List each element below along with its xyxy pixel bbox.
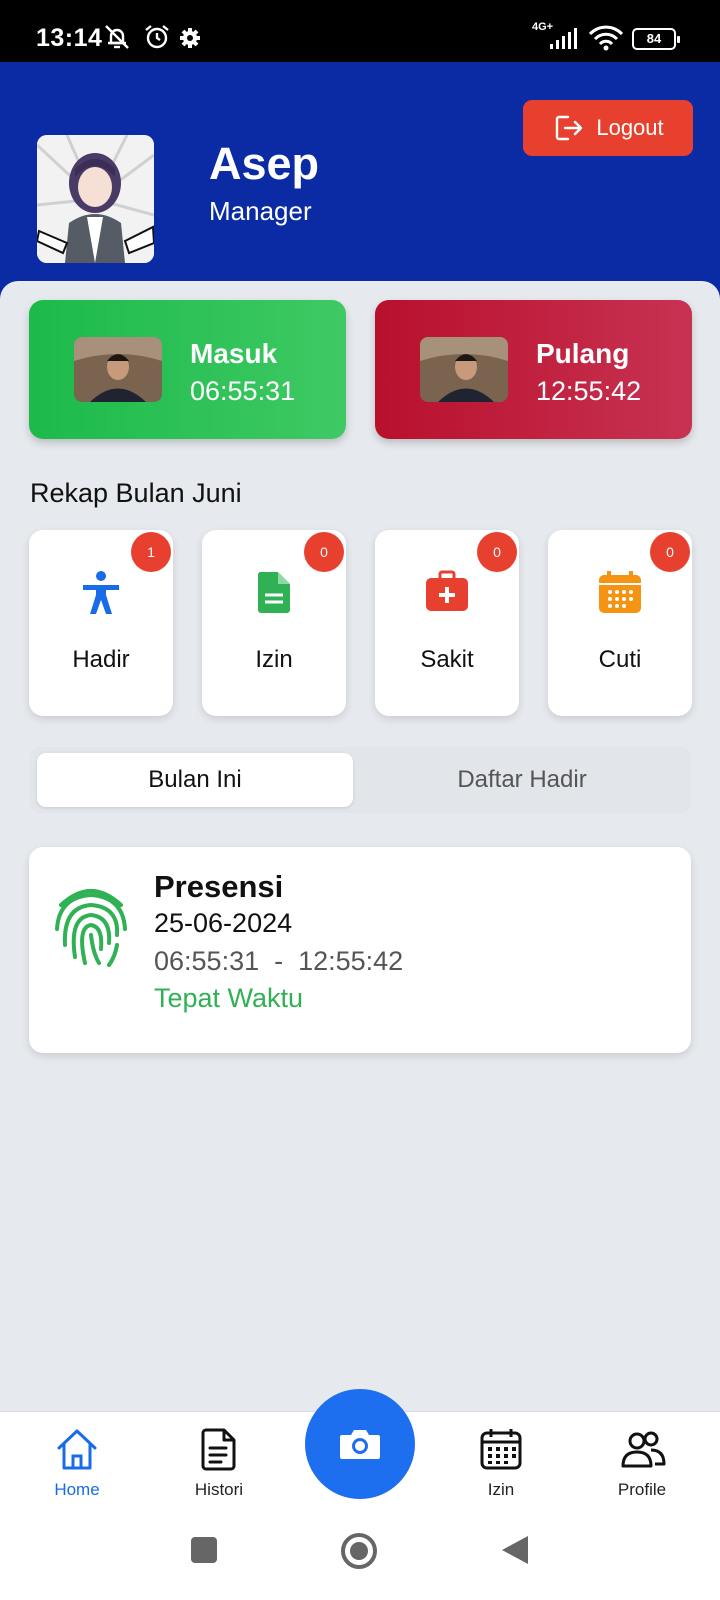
presence-item[interactable]: Presensi 25-06-2024 06:55:31 - 12:55:42 … — [29, 847, 691, 1053]
tab-daftar-hadir[interactable]: Daftar Hadir — [360, 753, 684, 807]
recap-label: Hadir — [72, 646, 130, 673]
nav-profile[interactable]: Profile — [582, 1412, 702, 1509]
check-in-time: 06:55:31 — [190, 376, 296, 406]
nav-label: Profile — [617, 1480, 667, 1499]
recent-apps-button[interactable] — [190, 1536, 218, 1564]
nav-izin[interactable]: Izin — [441, 1412, 561, 1509]
profile-header: Asep Manager Logout — [0, 62, 720, 312]
accessibility-person-icon — [83, 571, 119, 614]
presence-title: Presensi — [154, 869, 284, 904]
gear-icon — [180, 28, 200, 48]
nav-label: Izin — [487, 1480, 515, 1499]
presence-date: 25-06-2024 — [154, 908, 293, 938]
check-in-label: Masuk — [190, 338, 278, 369]
home-system-button[interactable] — [340, 1532, 378, 1570]
main-content: Masuk 06:55:31 Pulang 12:55:42 Rekap Bul… — [0, 281, 720, 1411]
user-name: Asep — [209, 138, 320, 189]
recap-label: Sakit — [420, 646, 474, 673]
check-out-time: 12:55:42 — [536, 376, 642, 406]
logout-icon — [556, 115, 583, 141]
camera-icon — [340, 1430, 380, 1459]
nav-home[interactable]: Home — [17, 1412, 137, 1509]
logout-button[interactable]: Logout — [523, 100, 693, 156]
presence-time-range: 06:55:31 - 12:55:42 — [154, 946, 404, 976]
recap-label: Cuti — [598, 646, 642, 673]
user-role: Manager — [209, 196, 312, 226]
check-in-photo — [74, 337, 162, 402]
system-nav-bar — [0, 1508, 720, 1600]
camera-button[interactable] — [305, 1389, 415, 1499]
presence-status: Tepat Waktu — [154, 983, 304, 1013]
wifi-icon — [588, 25, 624, 51]
nav-label: Home — [54, 1480, 100, 1499]
bell-off-icon — [105, 25, 129, 49]
signal-icon — [550, 28, 577, 49]
nav-label: Histori — [194, 1480, 244, 1499]
status-time: 13:14 — [36, 24, 103, 52]
recap-card-cuti[interactable]: Cuti 0 — [548, 530, 692, 716]
logout-label: Logout — [596, 115, 664, 140]
alarm-icon — [145, 25, 169, 49]
status-bar: 13:14 4G+ 84 — [0, 0, 720, 62]
users-icon — [621, 1431, 666, 1468]
nav-histori[interactable]: Histori — [159, 1412, 279, 1509]
recap-card-hadir[interactable]: Hadir 1 — [29, 530, 173, 716]
back-button[interactable] — [500, 1534, 530, 1566]
count-badge: 0 — [304, 532, 344, 572]
check-out-photo — [420, 337, 508, 402]
battery-indicator: 84 — [632, 28, 680, 50]
check-in-card[interactable]: Masuk 06:55:31 — [29, 300, 346, 439]
calendar-icon — [480, 1429, 522, 1470]
battery-level: 84 — [646, 31, 662, 46]
calendar-icon — [599, 571, 641, 613]
recap-card-izin[interactable]: Izin 0 — [202, 530, 346, 716]
medical-kit-icon — [426, 570, 468, 611]
count-badge: 0 — [650, 532, 690, 572]
count-badge: 1 — [131, 532, 171, 572]
recap-card-sakit[interactable]: Sakit 0 — [375, 530, 519, 716]
check-out-card[interactable]: Pulang 12:55:42 — [375, 300, 692, 439]
document-list-icon — [201, 1428, 236, 1471]
fingerprint-icon — [55, 889, 127, 967]
home-icon — [57, 1429, 97, 1470]
tab-bar: Bulan Ini Daftar Hadir — [30, 747, 691, 813]
recap-title: Rekap Bulan Juni — [30, 478, 242, 508]
avatar[interactable] — [37, 135, 154, 263]
count-badge: 0 — [477, 532, 517, 572]
check-out-label: Pulang — [536, 338, 630, 369]
tab-bulan-ini[interactable]: Bulan Ini — [37, 753, 353, 807]
document-icon — [257, 572, 290, 613]
recap-label: Izin — [255, 646, 293, 673]
avatar-illustration — [37, 135, 154, 263]
